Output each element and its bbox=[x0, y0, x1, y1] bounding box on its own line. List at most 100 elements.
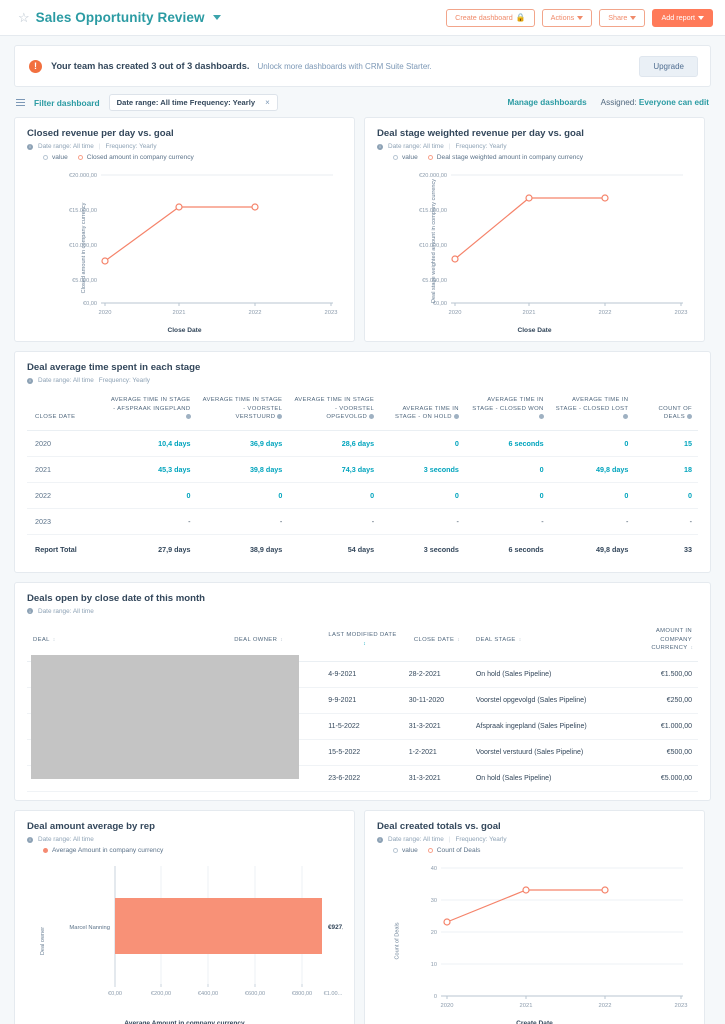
chevron-down-icon[interactable] bbox=[212, 15, 221, 20]
column-header-on-hold[interactable]: AVERAGE TIME IN STAGE - ON HOLD bbox=[380, 390, 465, 431]
legend-item-series[interactable]: Deal stage weighted amount in company cu… bbox=[427, 154, 583, 161]
cell[interactable]: 6 seconds bbox=[464, 430, 550, 457]
bar-chart-svg: Marcel Nanning €927,47 €0,00 €200,00 €40… bbox=[69, 866, 343, 997]
manage-dashboards-link[interactable]: Manage dashboards bbox=[508, 98, 587, 107]
info-icon bbox=[185, 414, 191, 420]
row-label: 2023 bbox=[27, 508, 105, 535]
cell[interactable]: 39,8 days bbox=[196, 456, 289, 483]
share-button[interactable]: Share bbox=[599, 8, 646, 27]
svg-text:2023: 2023 bbox=[675, 1003, 688, 1008]
column-header-count-of-deals[interactable]: COUNT OF DEALS bbox=[634, 390, 698, 431]
sort-icon: ↕ bbox=[518, 636, 521, 643]
cell[interactable]: 0 bbox=[104, 482, 197, 509]
cell[interactable]: 10,4 days bbox=[104, 430, 197, 457]
dashboard-row-1: Closed revenue per day vs. goal i Date r… bbox=[14, 117, 711, 342]
column-header-voorstel-opgevolgd[interactable]: AVERAGE TIME IN STAGE - VOORSTEL OPGEVOL… bbox=[288, 390, 381, 431]
row-label: 2020 bbox=[27, 430, 105, 457]
cell-last-modified: 4-9-2021 bbox=[322, 661, 403, 689]
card-deals-open: Deals open by close date of this month i… bbox=[14, 581, 711, 802]
svg-text:20: 20 bbox=[431, 930, 437, 936]
cell: - bbox=[634, 508, 698, 535]
total-label: Report Total bbox=[27, 533, 105, 564]
cell[interactable]: 45,3 days bbox=[104, 456, 197, 483]
legend-item-value[interactable]: value bbox=[393, 847, 418, 854]
svg-text:€5.000,00: €5.000,00 bbox=[72, 278, 97, 284]
active-filter-chip[interactable]: Date range: All time Frequency: Yearly × bbox=[108, 94, 278, 111]
cell[interactable]: 0 bbox=[380, 482, 465, 509]
column-header-last-modified-date[interactable]: LAST MODIFIED DATE↕ bbox=[322, 620, 403, 663]
line-chart-svg: €20.000,00 €15.000,00 €10.000,00 €5.000,… bbox=[69, 173, 337, 315]
cell[interactable]: 28,6 days bbox=[288, 430, 381, 457]
cell[interactable]: 0 bbox=[288, 482, 381, 509]
cell[interactable]: 15 bbox=[634, 430, 698, 457]
legend-item-value[interactable]: value bbox=[43, 154, 68, 161]
cell-amount: €500,00 bbox=[617, 739, 698, 767]
column-header-close-date[interactable]: CLOSE DATE bbox=[27, 390, 105, 431]
x-axis-label: Create Date bbox=[516, 1020, 553, 1024]
close-icon[interactable]: × bbox=[265, 98, 270, 107]
legend-item-value[interactable]: value bbox=[393, 154, 418, 161]
cell[interactable]: 0 bbox=[380, 430, 465, 457]
svg-text:2021: 2021 bbox=[173, 310, 186, 315]
legend-item-series[interactable]: Count of Deals bbox=[427, 847, 481, 855]
meta-date-range: Date range: All time bbox=[38, 143, 94, 150]
column-header-deal-stage[interactable]: DEAL STAGE ↕ bbox=[469, 620, 618, 663]
legend-item-series[interactable]: Average Amount in company currency bbox=[43, 847, 163, 854]
cell[interactable]: 0 bbox=[549, 430, 635, 457]
share-label: Share bbox=[608, 13, 628, 22]
card-title: Deal stage weighted revenue per day vs. … bbox=[377, 128, 584, 139]
cell[interactable]: 18 bbox=[634, 456, 698, 483]
column-header-closed-lost[interactable]: AVERAGE TIME IN STAGE - CLOSED LOST bbox=[549, 390, 635, 431]
card-meta: i Date range: All time | Frequency: Year… bbox=[377, 143, 692, 150]
svg-text:30: 30 bbox=[431, 898, 437, 904]
cell[interactable]: 36,9 days bbox=[196, 430, 289, 457]
cell[interactable]: 3 seconds bbox=[380, 456, 465, 483]
meta-date-range: Date range: All time bbox=[38, 377, 94, 384]
card-amount-average: Deal amount average by rep i Date range:… bbox=[14, 810, 355, 1024]
svg-text:2022: 2022 bbox=[599, 1003, 612, 1008]
legend-label: value bbox=[402, 154, 418, 161]
legend-item-series[interactable]: Closed amount in company currency bbox=[77, 154, 194, 161]
top-bar: ☆ Sales Opportunity Review Create dashbo… bbox=[0, 0, 725, 36]
cell[interactable]: 0 bbox=[196, 482, 289, 509]
filter-dashboard-link[interactable]: Filter dashboard bbox=[34, 98, 100, 108]
cell[interactable]: 0 bbox=[464, 482, 550, 509]
column-header-closed-won[interactable]: AVERAGE TIME IN STAGE - CLOSED WON bbox=[464, 390, 550, 431]
banner-headline: Your team has created 3 out of 3 dashboa… bbox=[51, 61, 250, 71]
x-axis-label: Close Date bbox=[517, 327, 552, 334]
svg-text:2022: 2022 bbox=[599, 310, 612, 315]
cell: - bbox=[549, 508, 635, 535]
svg-text:€400,00: €400,00 bbox=[198, 991, 218, 997]
cell-stage: Voorstel verstuurd (Sales Pipeline) bbox=[469, 739, 618, 767]
svg-text:2022: 2022 bbox=[249, 310, 262, 315]
legend-marker-icon bbox=[393, 848, 398, 854]
column-header-voorstel-verstuurd[interactable]: AVERAGE TIME IN STAGE - VOORSTEL VERSTUU… bbox=[196, 390, 289, 431]
star-icon[interactable]: ☆ bbox=[18, 11, 30, 24]
cell[interactable]: 0 bbox=[634, 482, 698, 509]
column-header-close-date[interactable]: CLOSE DATE ↕ bbox=[402, 620, 470, 663]
create-dashboard-button[interactable]: Create dashboard 🔒 bbox=[446, 8, 535, 27]
card-closed-revenue: Closed revenue per day vs. goal i Date r… bbox=[14, 117, 355, 342]
card-weighted-revenue: Deal stage weighted revenue per day vs. … bbox=[364, 117, 705, 342]
actions-button[interactable]: Actions bbox=[541, 8, 593, 27]
line-chart-svg: 40 30 20 10 0 2020 2021 2022 2023 bbox=[431, 866, 688, 1008]
upgrade-button[interactable]: Upgrade bbox=[639, 55, 698, 77]
filter-menu-icon[interactable] bbox=[16, 99, 25, 106]
cell[interactable]: 49,8 days bbox=[549, 456, 635, 483]
cell[interactable]: 74,3 days bbox=[288, 456, 381, 483]
cell[interactable]: 0 bbox=[464, 456, 550, 483]
column-header-amount[interactable]: AMOUNT IN COMPANY CURRENCY ↕ bbox=[617, 620, 698, 663]
add-report-button[interactable]: Add report bbox=[652, 8, 713, 27]
legend-label: Count of Deals bbox=[436, 847, 481, 855]
assigned-value-link[interactable]: Everyone can edit bbox=[639, 98, 709, 107]
info-icon bbox=[369, 414, 375, 420]
total-cell: 27,9 days bbox=[104, 533, 197, 564]
column-header-afspraak-ingepland[interactable]: AVERAGE TIME IN STAGE - AFSPRAAK INGEPLA… bbox=[104, 390, 197, 431]
chevron-down-icon bbox=[577, 15, 584, 20]
sort-icon: ↕ bbox=[457, 636, 459, 643]
cell-last-modified: 23-6-2022 bbox=[322, 765, 403, 793]
sort-icon: ↕ bbox=[280, 636, 282, 643]
cell[interactable]: 0 bbox=[549, 482, 635, 509]
row-label: 2022 bbox=[27, 482, 105, 509]
dashboard-title-group[interactable]: ☆ Sales Opportunity Review bbox=[18, 10, 221, 25]
